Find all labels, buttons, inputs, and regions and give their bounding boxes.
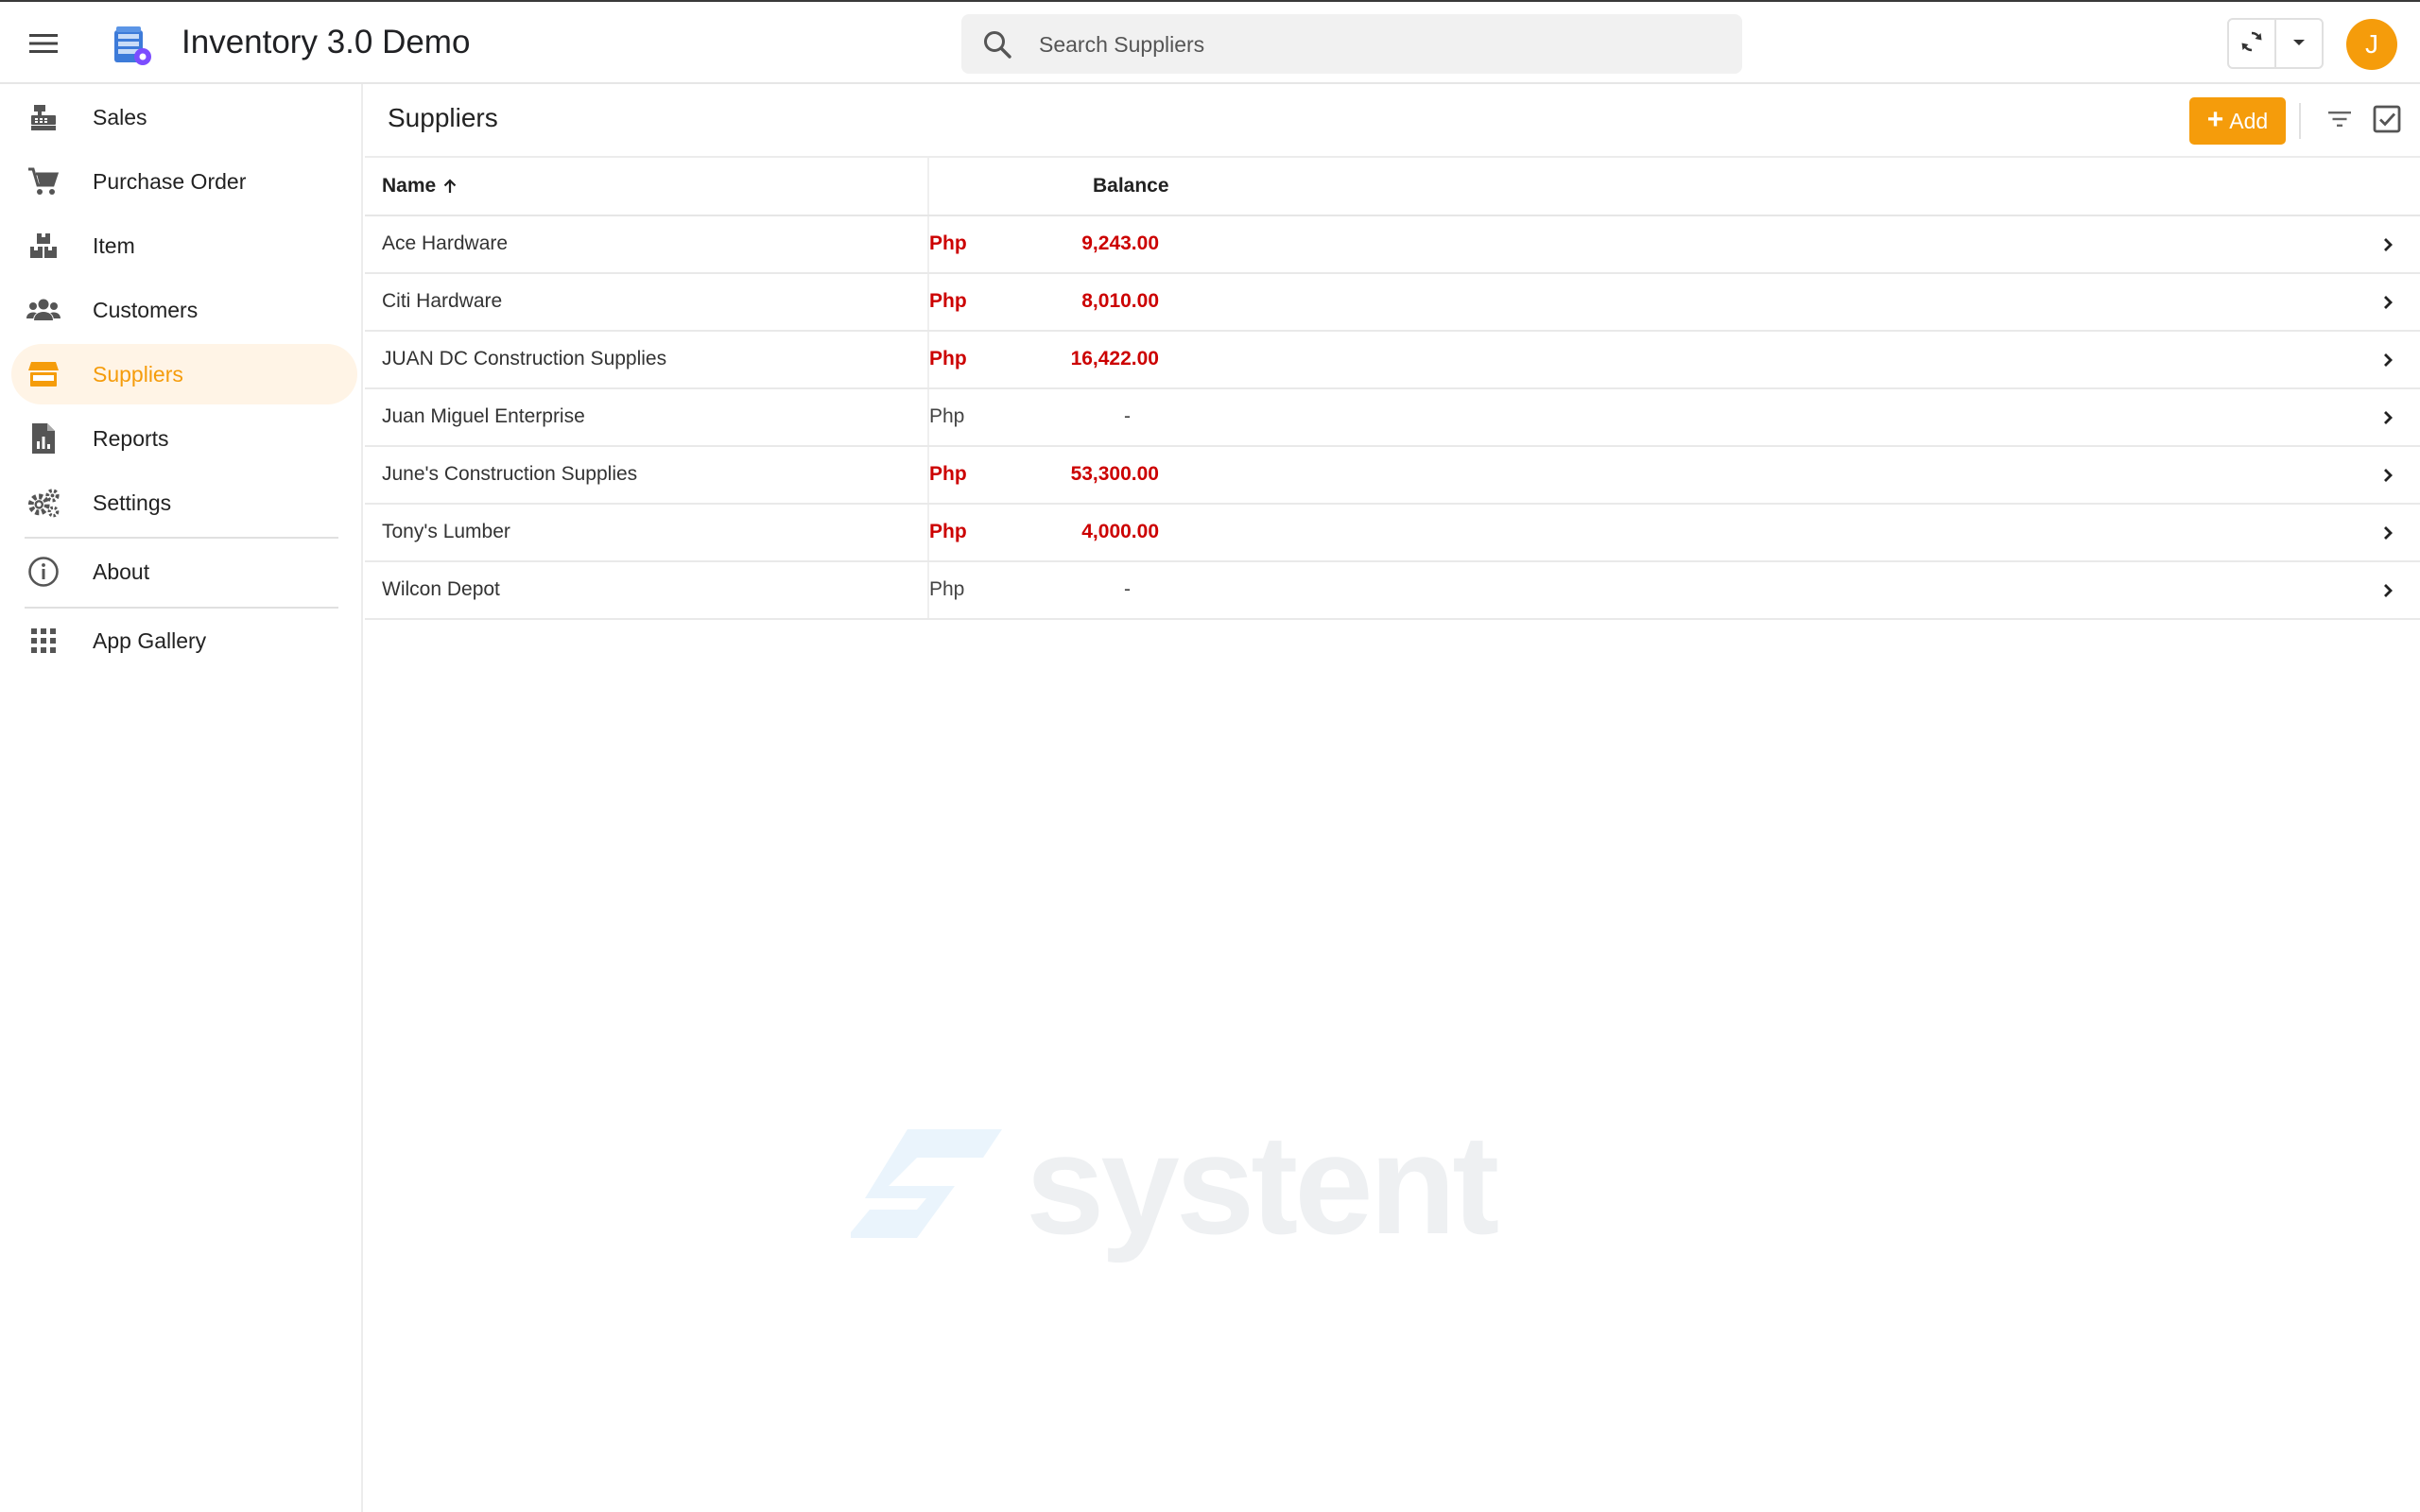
currency-label: Php <box>929 232 967 254</box>
sidebar-divider <box>25 537 338 539</box>
add-supplier-button[interactable]: + Add <box>2189 97 2286 145</box>
sidebar-item-label: Item <box>93 233 135 258</box>
gears-icon <box>26 486 60 520</box>
app-logo-icon <box>107 21 154 68</box>
sidebar-item-label: Customers <box>93 298 199 322</box>
table-row[interactable]: Ace Hardware Php 9,243.00 <box>365 216 2420 274</box>
sidebar-item-label: Purchase Order <box>93 169 247 194</box>
chevron-right-icon <box>2377 233 2399 256</box>
apps-grid-icon <box>26 624 60 658</box>
table-header: Name Balance <box>365 158 2420 216</box>
svg-text:systent: systent <box>1026 1115 1498 1263</box>
supplier-name: Juan Miguel Enterprise <box>382 405 585 427</box>
currency-label: Php <box>929 463 967 485</box>
filter-button[interactable] <box>2322 103 2358 139</box>
sidebar-item-purchase-order[interactable]: Purchase Order <box>11 151 357 212</box>
balance-value: - <box>1124 405 1131 427</box>
avatar[interactable]: J <box>2346 19 2397 70</box>
balance-value: 8,010.00 <box>1081 290 1159 312</box>
sidebar-item-label: Reports <box>93 426 169 451</box>
report-icon <box>26 421 60 455</box>
sync-button-group <box>2227 18 2324 69</box>
sync-dropdown-button[interactable] <box>2274 20 2322 67</box>
table-row[interactable]: June's Construction Supplies Php 53,300.… <box>365 447 2420 505</box>
info-icon <box>26 555 60 589</box>
app-title: Inventory 3.0 Demo <box>182 24 471 60</box>
balance-value: 4,000.00 <box>1081 521 1159 542</box>
currency-label: Php <box>929 405 965 427</box>
table-row[interactable]: Citi Hardware Php 8,010.00 <box>365 274 2420 332</box>
page-title: Suppliers <box>388 103 498 132</box>
sidebar-item-label: Suppliers <box>93 362 183 387</box>
boxes-icon <box>26 229 60 263</box>
column-header-name[interactable]: Name <box>382 158 458 215</box>
search-icon <box>980 27 1014 61</box>
column-header-label: Name <box>382 175 437 197</box>
sidebar-item-label: App Gallery <box>93 628 207 653</box>
plus-icon: + <box>2206 103 2224 135</box>
chevron-right-icon <box>2377 406 2399 429</box>
column-header-balance[interactable]: Balance <box>1093 158 1169 215</box>
table-row[interactable]: Wilcon Depot Php - <box>365 562 2420 620</box>
supplier-name: Citi Hardware <box>382 290 503 312</box>
sidebar-item-app-gallery[interactable]: App Gallery <box>11 610 357 671</box>
header-divider <box>2299 103 2301 139</box>
balance-value: 53,300.00 <box>1070 463 1159 485</box>
suppliers-table: Name Balance Ace Hardware Php 9,243.00 C… <box>365 158 2420 620</box>
sync-icon <box>2238 28 2265 60</box>
checkbox-checked-icon <box>2372 104 2402 139</box>
currency-label: Php <box>929 521 967 542</box>
chevron-right-icon <box>2377 349 2399 371</box>
chevron-right-icon <box>2377 291 2399 314</box>
users-icon <box>26 293 60 327</box>
page-header: Suppliers + Add <box>365 84 2420 158</box>
chevron-right-icon <box>2377 522 2399 544</box>
caret-down-icon <box>2291 35 2307 52</box>
currency-label: Php <box>929 348 967 369</box>
sidebar-item-suppliers[interactable]: Suppliers <box>11 344 357 404</box>
table-row[interactable]: JUAN DC Construction Supplies Php 16,422… <box>365 332 2420 389</box>
search-bar <box>961 14 1742 76</box>
systent-watermark-logo: systent <box>846 1105 1598 1266</box>
cart-icon <box>26 164 60 198</box>
add-button-label: Add <box>2229 108 2269 133</box>
supplier-name: Tony's Lumber <box>382 521 510 542</box>
sidebar-nav: Sales Purchase Order Item Customers Supp… <box>0 84 363 1512</box>
sidebar-item-sales[interactable]: Sales <box>11 87 357 147</box>
balance-value: 9,243.00 <box>1081 232 1159 254</box>
top-app-bar: Inventory 3.0 Demo J <box>0 0 2420 84</box>
table-row[interactable]: Tony's Lumber Php 4,000.00 <box>365 505 2420 562</box>
supplier-name: Wilcon Depot <box>382 578 500 600</box>
sidebar-divider <box>25 607 338 609</box>
sidebar-item-about[interactable]: About <box>11 541 357 602</box>
chevron-right-icon <box>2377 464 2399 487</box>
sidebar-item-item[interactable]: Item <box>11 215 357 276</box>
sync-button[interactable] <box>2229 20 2274 67</box>
sort-ascending-icon <box>436 175 458 197</box>
sidebar-item-reports[interactable]: Reports <box>11 408 357 469</box>
currency-label: Php <box>929 578 965 600</box>
hamburger-menu-icon[interactable] <box>21 23 66 64</box>
currency-label: Php <box>929 290 967 312</box>
select-mode-button[interactable] <box>2367 101 2407 141</box>
sidebar-item-label: Sales <box>93 105 147 129</box>
table-row[interactable]: Juan Miguel Enterprise Php - <box>365 389 2420 447</box>
supplier-name: June's Construction Supplies <box>382 463 638 485</box>
search-input[interactable] <box>1037 14 1721 76</box>
supplier-name: Ace Hardware <box>382 232 509 254</box>
filter-icon <box>2327 110 2352 133</box>
sidebar-item-label: About <box>93 559 150 584</box>
balance-value: - <box>1124 578 1131 600</box>
store-icon <box>26 357 60 391</box>
chevron-right-icon <box>2377 579 2399 602</box>
sidebar-item-customers[interactable]: Customers <box>11 280 357 340</box>
balance-value: 16,422.00 <box>1070 348 1159 369</box>
supplier-name: JUAN DC Construction Supplies <box>382 348 667 369</box>
cash-register-icon <box>26 100 60 134</box>
sidebar-item-label: Settings <box>93 490 172 515</box>
sidebar-item-settings[interactable]: Settings <box>11 472 357 533</box>
